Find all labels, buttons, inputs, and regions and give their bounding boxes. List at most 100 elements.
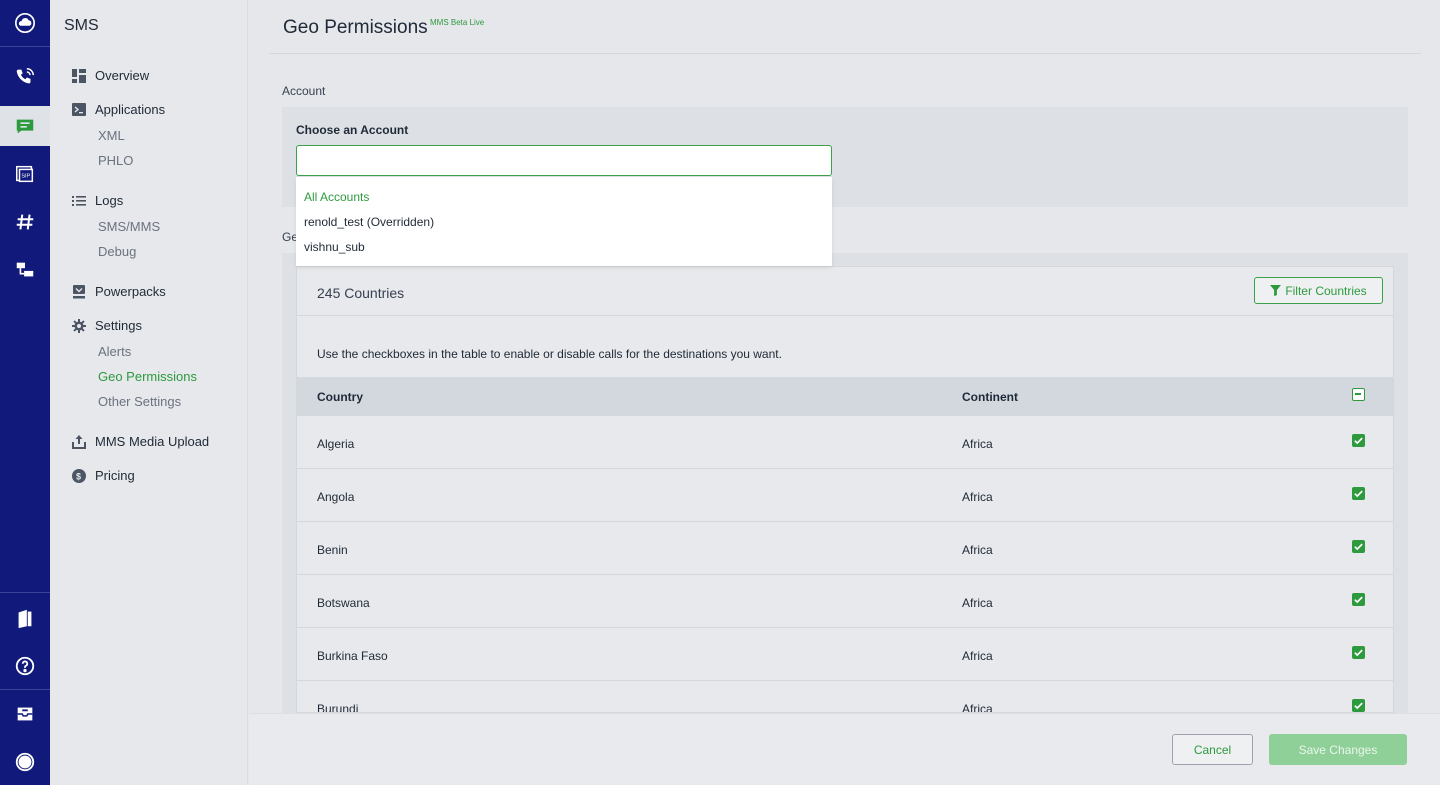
app-rail: SIP — [0, 0, 50, 785]
check-icon — [1354, 596, 1363, 604]
sip-icon[interactable]: SIP — [0, 154, 50, 194]
cell-country: Algeria — [317, 437, 355, 451]
sidebar-item-mms-media-upload[interactable]: MMS Media Upload — [72, 434, 209, 449]
select-all-checkbox[interactable] — [1352, 388, 1365, 401]
cloud-icon[interactable] — [0, 3, 50, 43]
countries-card: 245 Countries Filter Countries Use the c… — [296, 266, 1394, 713]
column-header-country[interactable]: Country — [317, 390, 363, 404]
cell-country: Burundi — [317, 702, 359, 713]
sidebar-subitem-phlo[interactable]: PHLO — [98, 153, 133, 168]
voice-icon[interactable] — [0, 57, 50, 97]
sidebar-item-overview[interactable]: Overview — [72, 68, 149, 83]
table-row: Burundi Africa — [297, 681, 1393, 713]
sidebar-title: SMS — [64, 17, 99, 34]
help-text: Use the checkboxes in the table to enabl… — [317, 347, 782, 361]
docs-icon[interactable] — [0, 598, 50, 638]
cell-country: Burkina Faso — [317, 649, 388, 663]
sidebar-item-label: Pricing — [95, 468, 135, 483]
sidebar-item-powerpacks[interactable]: Powerpacks — [72, 284, 166, 299]
sidebar-subitem-other-settings[interactable]: Other Settings — [98, 394, 181, 409]
cell-continent: Africa — [962, 649, 993, 663]
column-header-continent[interactable]: Continent — [962, 390, 1018, 404]
support-icon[interactable] — [0, 694, 50, 734]
dollar-icon: $ — [72, 468, 86, 483]
geo-section-label: Ge — [282, 230, 296, 244]
sidebar-item-label: Settings — [95, 318, 142, 333]
terminal-icon — [72, 102, 86, 117]
row-enable-checkbox[interactable] — [1352, 487, 1365, 500]
header-divider — [269, 53, 1421, 54]
cell-continent: Africa — [962, 702, 993, 713]
table-row: Botswana Africa — [297, 575, 1393, 628]
account-dropdown-menu: All Accounts renold_test (Overridden) vi… — [296, 177, 832, 266]
sidebar-item-label: Applications — [95, 102, 166, 117]
powerpack-icon — [72, 284, 86, 299]
rail-divider — [0, 46, 50, 47]
cell-continent: Africa — [962, 543, 993, 557]
svg-text:$: $ — [76, 471, 81, 481]
check-icon — [1354, 543, 1363, 551]
cell-continent: Africa — [962, 490, 993, 504]
rail-divider — [0, 592, 50, 593]
grid-icon — [72, 68, 86, 83]
cell-continent: Africa — [962, 596, 993, 610]
account-search-input[interactable] — [296, 145, 832, 176]
check-icon — [1354, 437, 1363, 445]
filter-countries-label: Filter Countries — [1285, 283, 1367, 298]
sidebar-subitem-sms-mms[interactable]: SMS/MMS — [98, 219, 160, 234]
row-enable-checkbox[interactable] — [1352, 593, 1365, 606]
main-content: Geo Permissions MMS Beta Live Account Ch… — [249, 0, 1440, 785]
table-row: Burkina Faso Africa — [297, 628, 1393, 681]
gear-icon — [72, 318, 86, 333]
table-row: Angola Africa — [297, 469, 1393, 522]
sidebar-subitem-debug[interactable]: Debug — [98, 244, 136, 259]
sidebar-item-pricing[interactable]: $ Pricing — [72, 468, 135, 483]
sidebar-item-settings[interactable]: Settings — [72, 318, 142, 333]
sidebar: SMS Overview Applications XML PHLO Logs … — [50, 0, 248, 785]
dropdown-option-vishnu-sub[interactable]: vishnu_sub — [304, 240, 365, 254]
footer-bar: Cancel Save Changes — [249, 713, 1440, 785]
account-icon[interactable] — [0, 742, 50, 782]
sidebar-item-label: Powerpacks — [95, 284, 166, 299]
number-icon[interactable] — [0, 202, 50, 242]
card-divider — [297, 315, 1393, 316]
help-icon[interactable] — [0, 646, 50, 686]
beta-badge: MMS Beta Live — [430, 18, 485, 27]
upload-icon — [72, 434, 86, 449]
row-enable-checkbox[interactable] — [1352, 646, 1365, 659]
check-icon — [1354, 490, 1363, 498]
svg-text:SIP: SIP — [21, 174, 30, 180]
country-count: 245 Countries — [317, 285, 405, 301]
table-header: Country Continent — [297, 377, 1393, 416]
sidebar-subitem-alerts[interactable]: Alerts — [98, 344, 131, 359]
account-section-label: Account — [282, 84, 326, 98]
sidebar-subitem-geo-permissions[interactable]: Geo Permissions — [98, 369, 197, 384]
cancel-button[interactable]: Cancel — [1172, 734, 1253, 765]
rail-divider — [0, 689, 50, 690]
row-enable-checkbox[interactable] — [1352, 699, 1365, 712]
choose-account-label: Choose an Account — [296, 123, 409, 137]
geo-panel: 245 Countries Filter Countries Use the c… — [282, 253, 1408, 713]
dropdown-option-all-accounts[interactable]: All Accounts — [304, 190, 369, 204]
save-changes-button[interactable]: Save Changes — [1269, 734, 1407, 765]
sidebar-item-label: Logs — [95, 193, 124, 208]
cell-continent: Africa — [962, 437, 993, 451]
row-enable-checkbox[interactable] — [1352, 434, 1365, 447]
table-row: Benin Africa — [297, 522, 1393, 575]
cell-country: Botswana — [317, 596, 370, 610]
zentrunk-icon[interactable] — [0, 250, 50, 290]
filter-icon — [1270, 285, 1282, 296]
table-row: Algeria Africa — [297, 416, 1393, 469]
cell-country: Benin — [317, 543, 348, 557]
dropdown-option-renold-test[interactable]: renold_test (Overridden) — [304, 215, 434, 229]
list-icon — [72, 194, 86, 208]
row-enable-checkbox[interactable] — [1352, 540, 1365, 553]
cell-country: Angola — [317, 490, 355, 504]
sidebar-item-logs[interactable]: Logs — [72, 193, 123, 208]
filter-countries-button[interactable]: Filter Countries — [1254, 277, 1383, 304]
sidebar-subitem-xml[interactable]: XML — [98, 128, 125, 143]
sidebar-item-label: MMS Media Upload — [95, 434, 210, 449]
sidebar-item-applications[interactable]: Applications — [72, 102, 165, 117]
sms-icon[interactable] — [0, 106, 50, 146]
sidebar-item-label: Overview — [95, 68, 150, 83]
